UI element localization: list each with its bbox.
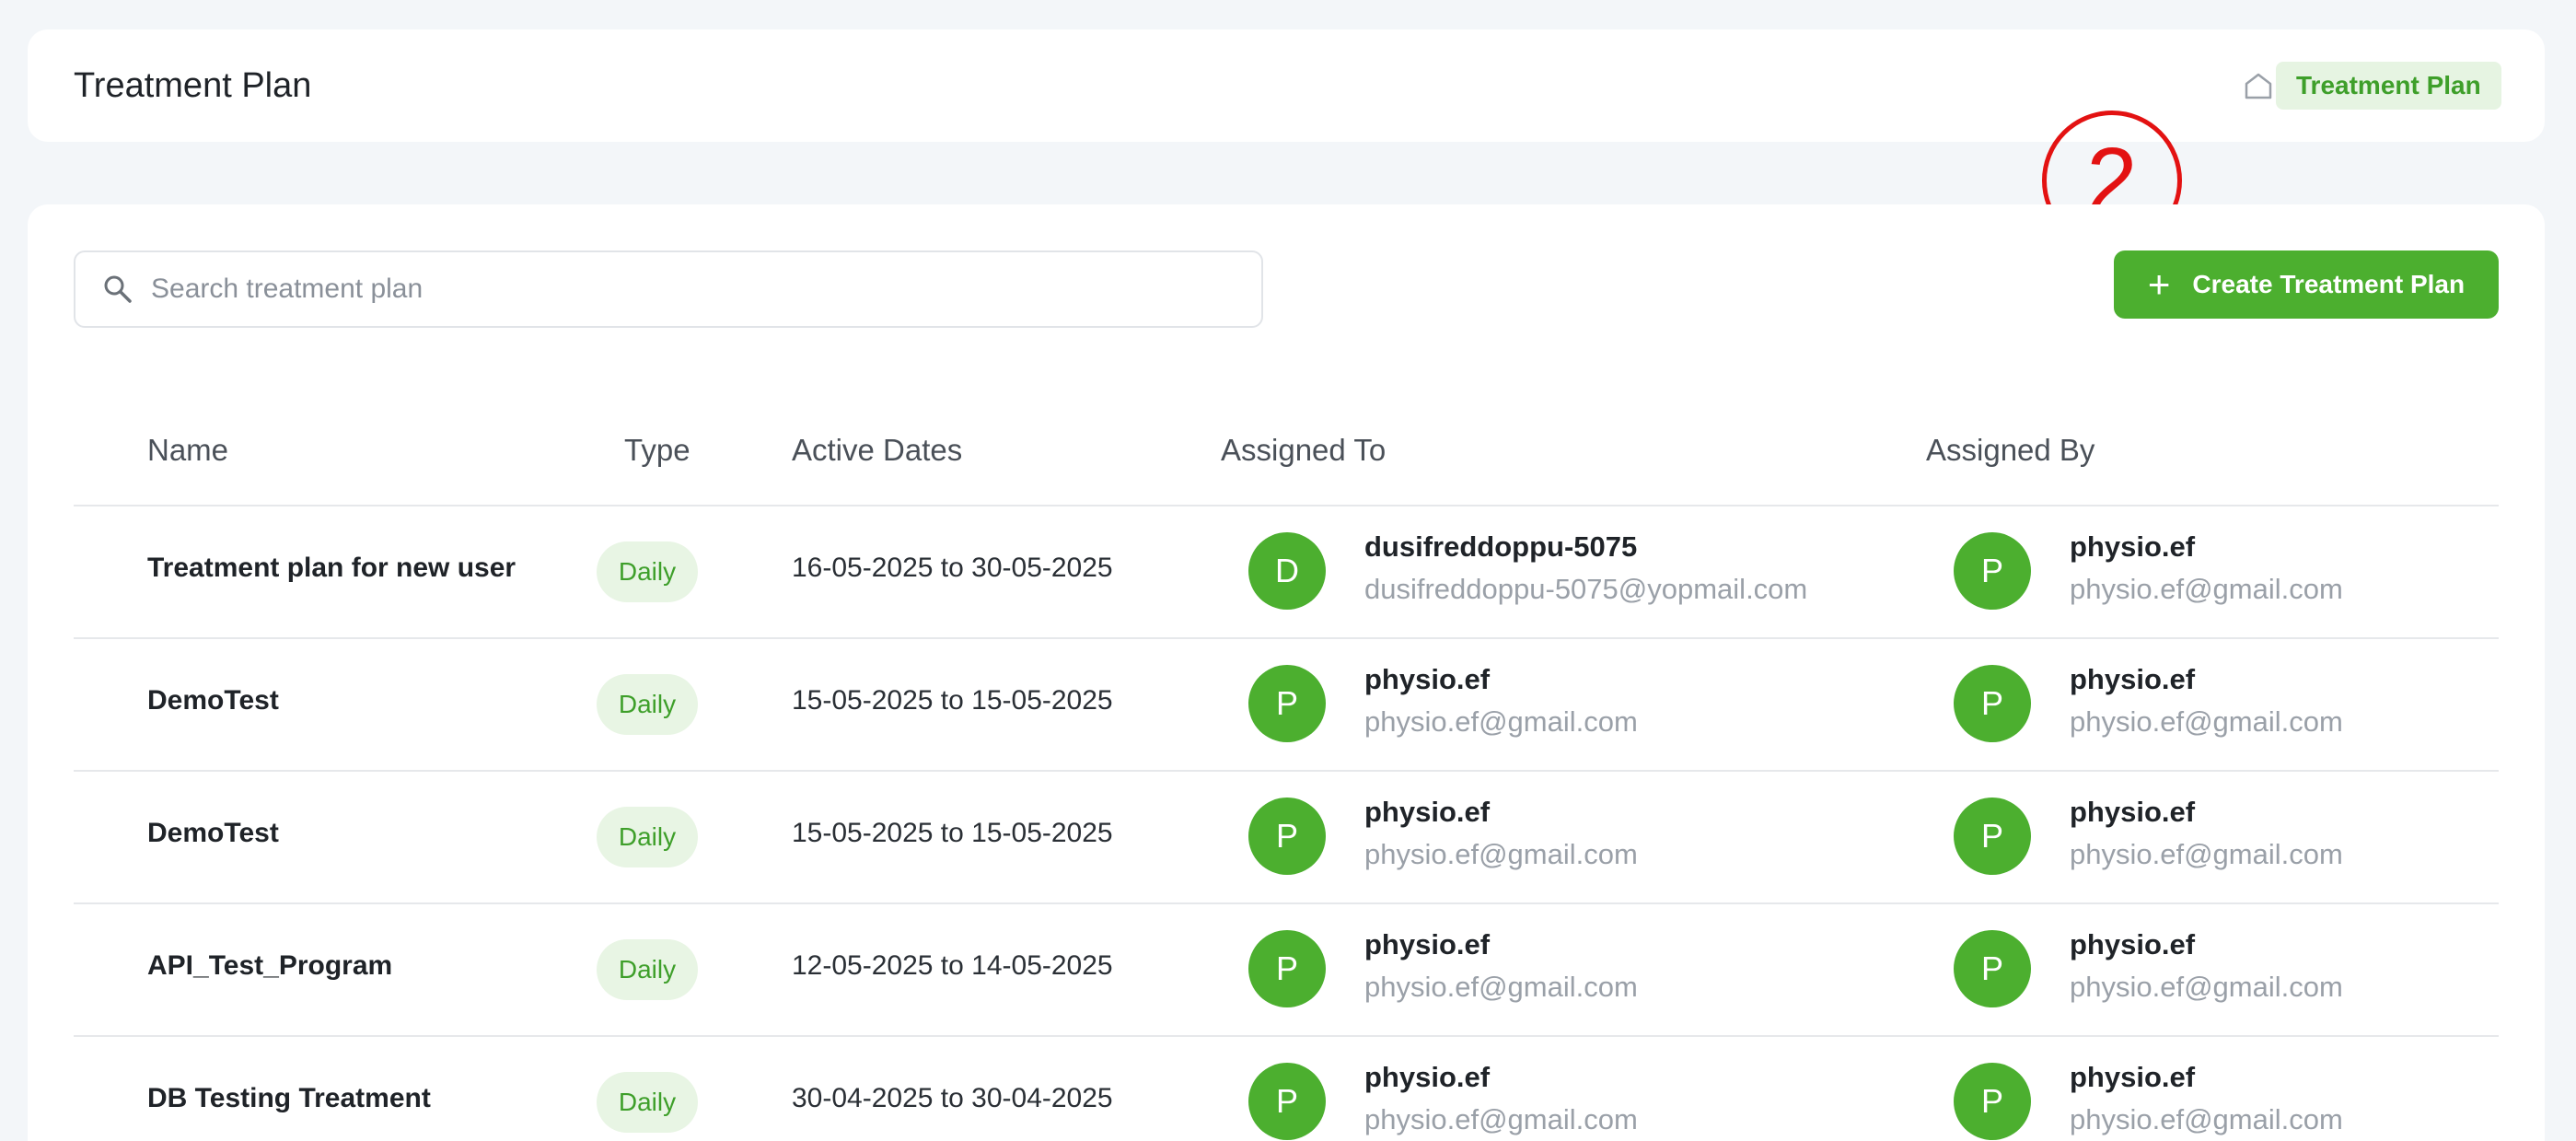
- page-header: Treatment Plan Treatment Plan: [28, 29, 2545, 142]
- create-treatment-plan-label: Create Treatment Plan: [2192, 270, 2466, 298]
- active-dates: 16-05-2025 to 30-05-2025: [792, 553, 1113, 583]
- column-header-active-dates[interactable]: Active Dates: [792, 433, 962, 468]
- treatment-plan-panel: + Create Treatment Plan Name Type Active…: [28, 204, 2545, 1141]
- plan-name[interactable]: DemoTest: [147, 818, 279, 849]
- assigned-to-avatar: P: [1248, 930, 1326, 1007]
- assigned-by-avatar: P: [1954, 1063, 2031, 1140]
- active-dates: 12-05-2025 to 14-05-2025: [792, 950, 1113, 981]
- active-dates: 15-05-2025 to 15-05-2025: [792, 818, 1113, 848]
- table-body: Treatment plan for new user Daily 16-05-…: [74, 506, 2499, 1141]
- assigned-to-avatar: P: [1248, 798, 1326, 875]
- active-dates: 15-05-2025 to 15-05-2025: [792, 685, 1113, 716]
- type-badge: Daily: [597, 674, 698, 735]
- assigned-by-avatar: P: [1954, 798, 2031, 875]
- plan-name[interactable]: DB Testing Treatment: [147, 1083, 431, 1114]
- search-icon: [104, 275, 132, 303]
- assigned-to-email: dusifreddoppu-5075@yopmail.com: [1364, 573, 1808, 605]
- assigned-by-email: physio.ef@gmail.com: [2070, 573, 2343, 605]
- assigned-by-avatar: P: [1954, 532, 2031, 610]
- table-row[interactable]: DemoTest Daily 15-05-2025 to 15-05-2025 …: [74, 772, 2499, 904]
- search-input[interactable]: [151, 262, 1210, 317]
- table-row[interactable]: DB Testing Treatment Daily 30-04-2025 to…: [74, 1037, 2499, 1141]
- breadcrumb-current: Treatment Plan: [2276, 62, 2501, 110]
- column-header-assigned-by[interactable]: Assigned By: [1926, 433, 2094, 468]
- assigned-by-name: physio.ef: [2070, 530, 2196, 563]
- assigned-to-name: physio.ef: [1364, 1061, 1491, 1093]
- type-badge: Daily: [597, 541, 698, 602]
- column-header-name[interactable]: Name: [147, 433, 228, 468]
- assigned-by-name: physio.ef: [2070, 928, 2196, 961]
- column-header-assigned-to[interactable]: Assigned To: [1221, 433, 1386, 468]
- plan-name[interactable]: DemoTest: [147, 685, 279, 716]
- home-icon[interactable]: [2237, 64, 2280, 107]
- assigned-by-avatar: P: [1954, 665, 2031, 742]
- assigned-to-name: dusifreddoppu-5075: [1364, 530, 1638, 563]
- assigned-by-email: physio.ef@gmail.com: [2070, 838, 2343, 870]
- assigned-to-avatar: P: [1248, 1063, 1326, 1140]
- assigned-by-name: physio.ef: [2070, 663, 2196, 695]
- assigned-to-avatar: D: [1248, 532, 1326, 610]
- table-row[interactable]: API_Test_Program Daily 12-05-2025 to 14-…: [74, 904, 2499, 1037]
- assigned-by-email: physio.ef@gmail.com: [2070, 705, 2343, 738]
- type-badge: Daily: [597, 939, 698, 1000]
- assigned-to-email: physio.ef@gmail.com: [1364, 705, 1638, 738]
- column-header-type[interactable]: Type: [624, 433, 690, 468]
- type-badge: Daily: [597, 807, 698, 867]
- assigned-to-name: physio.ef: [1364, 796, 1491, 828]
- table-row[interactable]: DemoTest Daily 15-05-2025 to 15-05-2025 …: [74, 639, 2499, 772]
- type-badge: Daily: [597, 1072, 698, 1133]
- assigned-by-name: physio.ef: [2070, 796, 2196, 828]
- table-header: Name Type Active Dates Assigned To Assig…: [74, 394, 2499, 506]
- search-box[interactable]: [74, 250, 1263, 328]
- active-dates: 30-04-2025 to 30-04-2025: [792, 1083, 1113, 1113]
- assigned-to-email: physio.ef@gmail.com: [1364, 838, 1638, 870]
- assigned-by-avatar: P: [1954, 930, 2031, 1007]
- plus-icon: +: [2147, 262, 2171, 306]
- assigned-by-name: physio.ef: [2070, 1061, 2196, 1093]
- page: Treatment Plan Treatment Plan 2 + Create…: [0, 0, 2576, 1141]
- create-treatment-plan-button[interactable]: + Create Treatment Plan: [2114, 250, 2499, 319]
- assigned-to-name: physio.ef: [1364, 663, 1491, 695]
- page-title: Treatment Plan: [74, 66, 312, 105]
- plan-name[interactable]: Treatment plan for new user: [147, 553, 516, 584]
- assigned-to-email: physio.ef@gmail.com: [1364, 971, 1638, 1003]
- assigned-by-email: physio.ef@gmail.com: [2070, 971, 2343, 1003]
- treatment-plan-table: Name Type Active Dates Assigned To Assig…: [74, 394, 2499, 1141]
- assigned-to-name: physio.ef: [1364, 928, 1491, 961]
- assigned-to-email: physio.ef@gmail.com: [1364, 1103, 1638, 1135]
- table-row[interactable]: Treatment plan for new user Daily 16-05-…: [74, 506, 2499, 639]
- plan-name[interactable]: API_Test_Program: [147, 950, 392, 982]
- assigned-by-email: physio.ef@gmail.com: [2070, 1103, 2343, 1135]
- assigned-to-avatar: P: [1248, 665, 1326, 742]
